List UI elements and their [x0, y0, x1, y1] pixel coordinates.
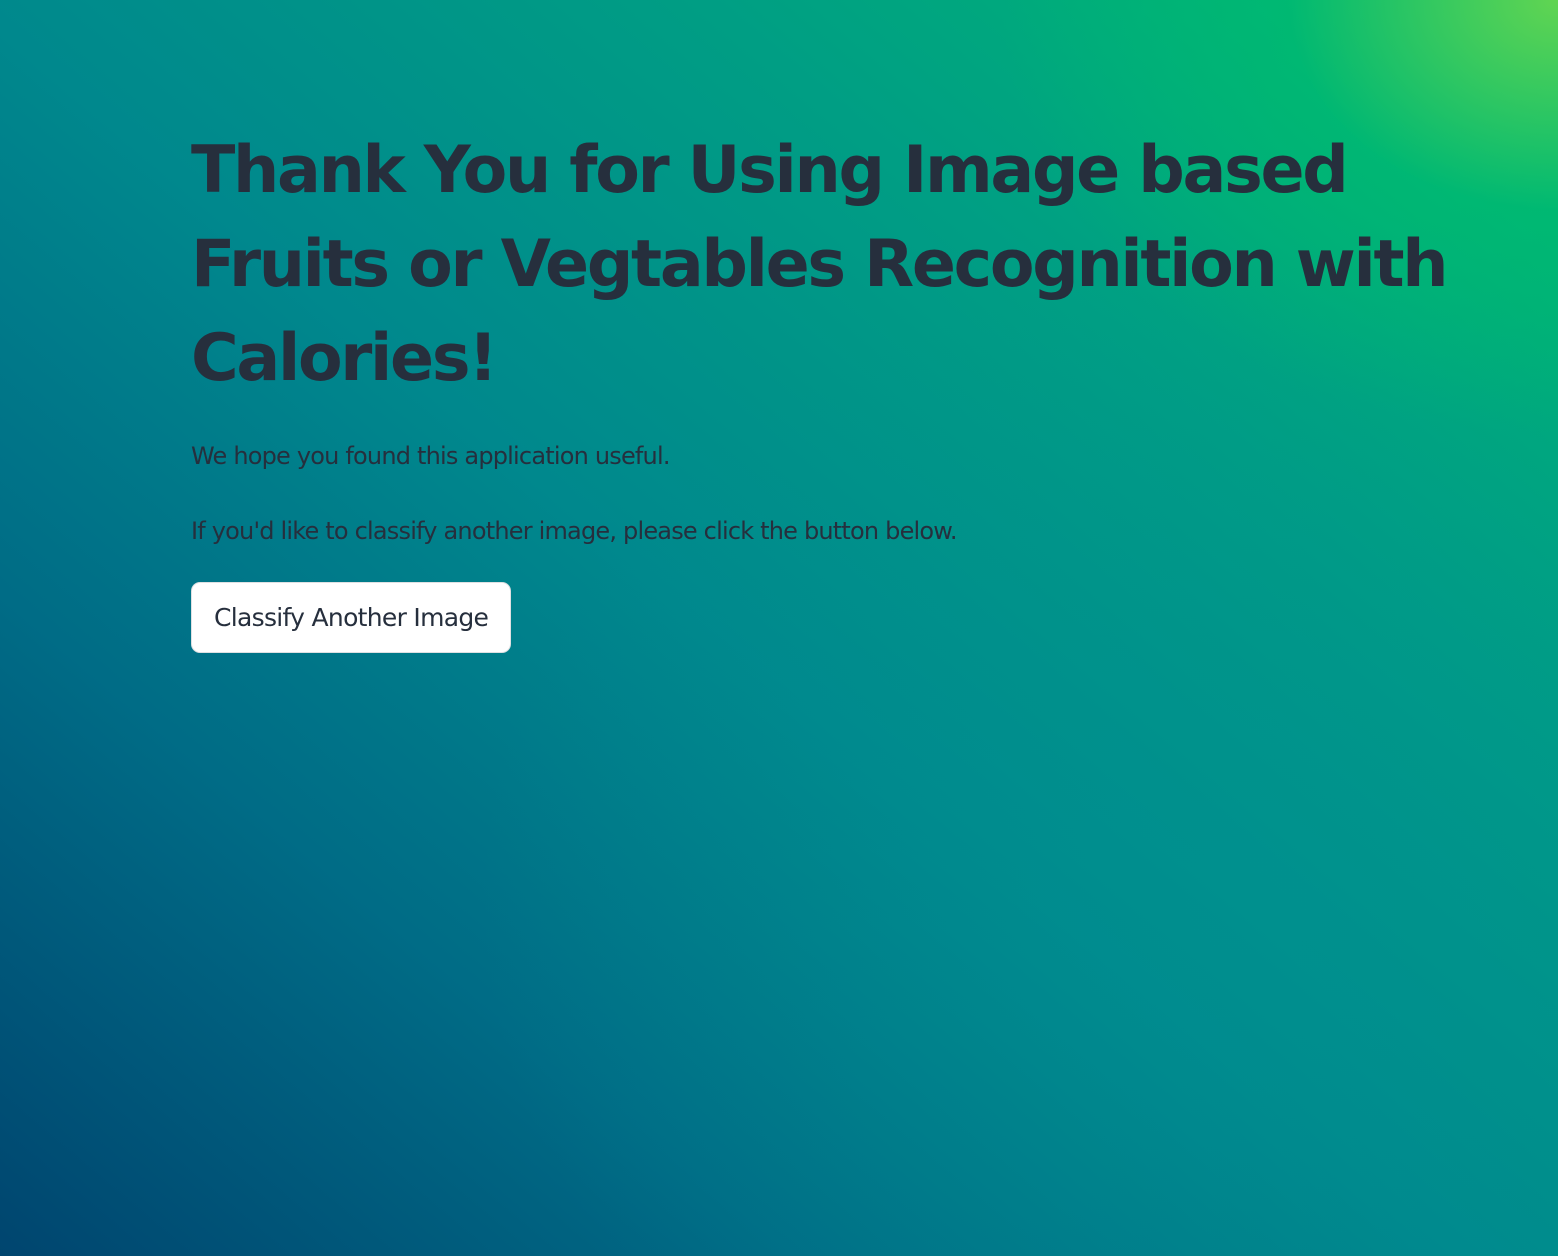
classify-another-image-button[interactable]: Classify Another Image: [191, 582, 512, 653]
page-title: Thank You for Using Image based Fruits o…: [191, 133, 1449, 396]
app-page: Thank You for Using Image based Fruits o…: [0, 0, 1558, 1256]
instruction-message: If you'd like to classify another image,…: [191, 517, 958, 545]
main-content: Thank You for Using Image based Fruits o…: [191, 124, 1491, 653]
thanks-message: We hope you found this application usefu…: [191, 442, 670, 470]
